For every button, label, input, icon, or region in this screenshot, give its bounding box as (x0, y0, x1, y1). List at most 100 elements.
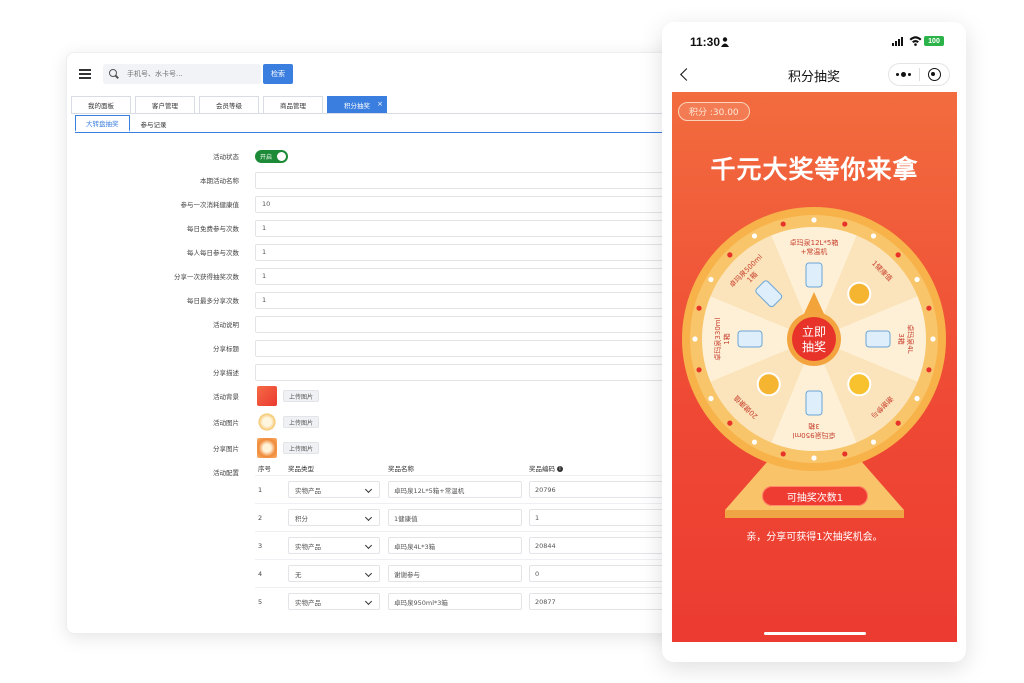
form-row-name: 本期活动名称 (67, 171, 705, 189)
form-row-daily: 每人每日参与次数 1 (67, 243, 705, 261)
prize-type-value: 无 (295, 570, 302, 579)
admin-topbar: 检索 (67, 53, 705, 93)
status-label: 活动状态 (213, 153, 239, 161)
share-title-input[interactable] (255, 339, 705, 357)
subtab-wheel-lottery[interactable]: 大转盘抽奖 (75, 115, 130, 132)
search-button[interactable]: 检索 (263, 64, 293, 84)
close-target-icon[interactable] (919, 68, 949, 81)
prize-type-select[interactable]: 实物产品 (288, 481, 380, 498)
wheel-stand-base (725, 510, 904, 518)
activity-image-label: 活动图片 (213, 419, 239, 427)
tab-points-lottery[interactable]: 积分抽奖 × (327, 96, 387, 113)
prize-label: 卓玛泉12L*5箱 (790, 238, 839, 247)
prize-type-select[interactable]: 实物产品 (288, 537, 380, 554)
hamburger-menu-icon[interactable] (79, 69, 91, 79)
form-row-share-max: 每日最多分享次数 1 (67, 291, 705, 309)
upload-activity-image-button[interactable]: 上传图片 (283, 416, 320, 428)
bottle-pack-icon (805, 390, 823, 416)
prize-label-line2: 1箱 (722, 333, 731, 344)
tab-close-icon[interactable]: × (377, 100, 383, 108)
prize-label-line2: +常温机 (801, 247, 828, 256)
tab-products[interactable]: 商品管理 (263, 96, 323, 113)
share-image-thumbnail (257, 438, 277, 458)
upload-background-button[interactable]: 上传图片 (283, 390, 320, 402)
rim-light (842, 221, 848, 227)
admin-window: 检索 我的面板 客户管理 会员等级 商品管理 积分抽奖× 大转盘抽奖 参与记录 … (66, 52, 706, 634)
water-bottle-icon (737, 330, 763, 348)
share-max-input[interactable]: 1 (255, 291, 705, 309)
rim-light (926, 305, 932, 311)
form-row-desc: 活动说明 (67, 315, 705, 333)
rim-light (696, 305, 702, 311)
background-label: 活动背景 (213, 393, 239, 401)
activity-name-input[interactable] (255, 171, 705, 189)
description-input[interactable] (255, 315, 705, 333)
prize-type-select[interactable]: 实物产品 (288, 593, 380, 610)
form-row-share-title: 分享标题 (67, 339, 705, 357)
center-button-line2: 抽奖 (802, 340, 826, 354)
daily-times-input[interactable]: 1 (255, 243, 705, 261)
battery-icon: 100 (924, 36, 944, 46)
prize-type-select[interactable]: 积分 (288, 509, 380, 526)
prize-name-input[interactable]: 卓玛泉950ml*3箱 (388, 593, 522, 610)
config-label: 活动配置 (213, 469, 239, 477)
toggle-knob (277, 151, 286, 161)
col-header-name: 奖品名称 (388, 465, 414, 473)
table-row: 5 实物产品 卓玛泉950ml*3箱 20877 (255, 587, 705, 615)
chevron-down-icon (364, 597, 373, 606)
tab-member-levels[interactable]: 会员等级 (199, 96, 259, 113)
prize-name-input[interactable]: 谢谢参与 (388, 565, 522, 582)
water-bottle-icon (865, 330, 891, 348)
prize-label-line2: 3箱 (808, 422, 819, 431)
prize-name-input[interactable]: 卓玛泉12L*5箱+常温机 (388, 481, 522, 498)
draw-count-button[interactable]: 可抽奖次数1 (762, 486, 868, 506)
rim-light (780, 221, 786, 227)
rim-light (926, 367, 932, 373)
row-index: 4 (258, 570, 263, 578)
rim-light (930, 336, 936, 342)
tab-dashboard[interactable]: 我的面板 (71, 96, 131, 113)
prize-name-input[interactable]: 1健康值 (388, 509, 522, 526)
home-indicator (764, 632, 866, 635)
center-draw-button[interactable] (792, 317, 836, 361)
info-icon[interactable]: i (557, 466, 563, 472)
chevron-down-icon (364, 485, 373, 494)
tabs-divider (71, 113, 705, 114)
more-icon[interactable] (889, 71, 919, 77)
prize-type-value: 积分 (295, 514, 308, 523)
upload-share-image-button[interactable]: 上传图片 (283, 442, 320, 454)
wifi-icon (909, 36, 922, 46)
form-row-share-desc: 分享描述 (67, 363, 705, 381)
status-time: 11:30 (690, 35, 721, 49)
center-button-line1: 立即 (802, 324, 826, 339)
nav-bar: 积分抽奖 (662, 60, 966, 92)
rim-light (895, 252, 901, 258)
status-toggle[interactable]: 开启 (255, 149, 288, 163)
water-cooler-icon (805, 262, 823, 288)
search-icon (109, 69, 119, 79)
share-desc-input[interactable] (255, 363, 705, 381)
share-title-label: 分享标题 (213, 345, 239, 353)
status-toggle-text: 开启 (260, 153, 273, 161)
subtab-participation-records[interactable]: 参与记录 (130, 115, 178, 132)
share-gain-input[interactable]: 1 (255, 267, 705, 285)
prize-name-input[interactable]: 卓玛泉4L*3箱 (388, 537, 522, 554)
row-index: 5 (258, 598, 263, 606)
activity-image-thumbnail (257, 412, 277, 432)
free-times-label: 每日免费参与次数 (187, 225, 239, 233)
rim-light (692, 336, 698, 342)
row-index: 1 (258, 486, 263, 494)
rim-light (811, 217, 817, 223)
rim-light (727, 252, 733, 258)
col-header-index: 序号 (258, 465, 271, 473)
search-input[interactable] (127, 70, 257, 78)
share-tip: 亲，分享可获得1次抽奖机会。 (746, 532, 883, 543)
prize-type-select[interactable]: 无 (288, 565, 380, 582)
row-index: 2 (258, 514, 263, 522)
prize-type-value: 实物产品 (295, 486, 321, 495)
cost-input[interactable]: 10 (255, 195, 705, 213)
prize-label: 卓玛泉4L (906, 324, 915, 353)
daily-times-label: 每人每日参与次数 (187, 249, 239, 257)
tab-customers[interactable]: 客户管理 (135, 96, 195, 113)
free-times-input[interactable]: 1 (255, 219, 705, 237)
